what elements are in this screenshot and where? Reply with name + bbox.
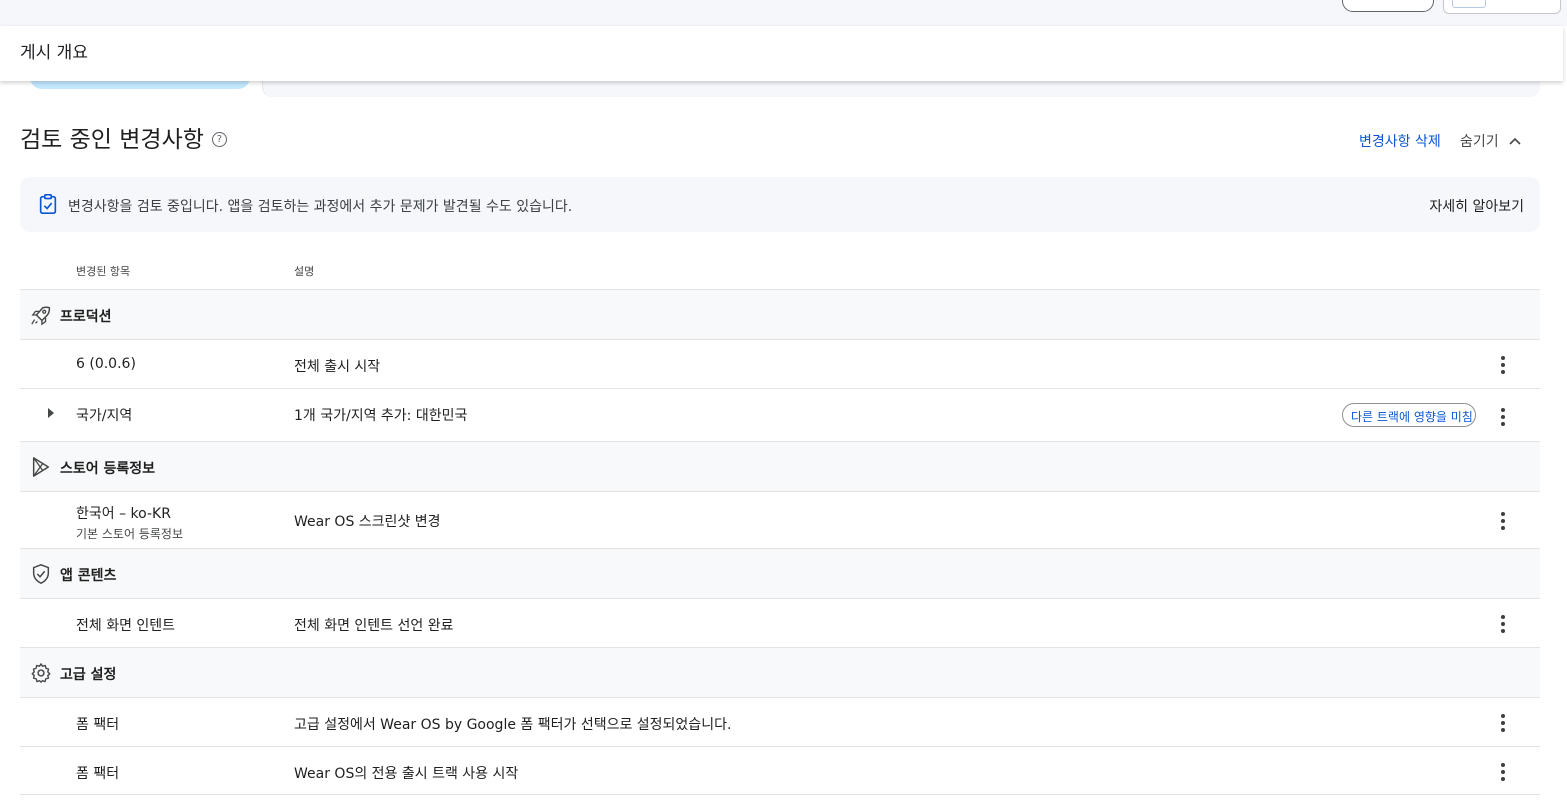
changed-item-name: 6 (0.0.6): [76, 356, 136, 372]
chevron-up-icon: [1509, 137, 1521, 145]
top-toolbar-remnant: [0, 0, 1567, 26]
change-description: 전체 출시 시작: [294, 359, 381, 375]
category-row-store-listing: 스토어 등록정보: [20, 441, 1540, 491]
category-row-app-content: 앱 콘텐츠: [20, 548, 1540, 598]
more-options-icon[interactable]: [1493, 613, 1513, 635]
change-description: Wear OS의 전용 출시 트랙 사용 시작: [294, 766, 519, 782]
more-options-icon[interactable]: [1493, 712, 1513, 734]
shield-check-icon: [32, 564, 50, 584]
change-description: Wear OS 스크린샷 변경: [294, 514, 441, 530]
page-title: 게시 개요: [20, 43, 88, 63]
clipboard-check-icon: [39, 194, 57, 214]
expand-arrow-icon[interactable]: [48, 408, 54, 418]
app-thumbnail-logo: [1452, 0, 1486, 8]
changed-item-name: 전체 화면 인텐트: [76, 618, 176, 634]
changed-item-name: 한국어 – ko-KR: [76, 506, 171, 522]
change-description: 고급 설정에서 Wear OS by Google 폼 팩터가 선택으로 설정되…: [294, 717, 732, 733]
more-options-icon[interactable]: [1493, 406, 1513, 428]
banner-message: 변경사항을 검토 중입니다. 앱을 검토하는 과정에서 추가 문제가 발견될 수…: [68, 199, 573, 215]
hide-label: 숨기기: [1460, 134, 1499, 150]
category-label: 프로덕션: [60, 309, 112, 325]
affects-other-tracks-chip[interactable]: 다른 트랙에 영향을 미침: [1342, 403, 1476, 427]
more-options-icon[interactable]: [1493, 761, 1513, 783]
table-row: 폼 팩터 고급 설정에서 Wear OS by Google 폼 팩터가 선택으…: [20, 697, 1540, 746]
app-thumbnail: [1443, 0, 1561, 14]
column-header-description: 설명: [294, 265, 315, 278]
review-info-banner: 변경사항을 검토 중입니다. 앱을 검토하는 과정에서 추가 문제가 발견될 수…: [20, 177, 1540, 232]
section-heading: 검토 중인 변경사항 ?: [20, 120, 227, 154]
column-header-changed-item: 변경된 항목: [76, 265, 131, 278]
more-options-icon[interactable]: [1493, 354, 1513, 376]
top-action-button[interactable]: [1342, 0, 1434, 12]
table-row: 국가/지역 1개 국가/지역 추가: 대한민국 다른 트랙에 영향을 미침: [20, 388, 1540, 441]
rocket-icon: [31, 306, 51, 326]
table-row: 한국어 – ko-KR 기본 스토어 등록정보 Wear OS 스크린샷 변경: [20, 491, 1540, 548]
sticky-header: 게시 개요: [0, 26, 1563, 81]
changed-item-name: 국가/지역: [76, 408, 133, 424]
learn-more-link[interactable]: 자세히 알아보기: [1429, 196, 1524, 216]
category-row-production: 프로덕션: [20, 289, 1540, 339]
changes-table: 프로덕션 6 (0.0.6) 전체 출시 시작 국가/지역 1개 국가/지역 추…: [20, 289, 1540, 795]
category-row-advanced-settings: 고급 설정: [20, 647, 1540, 697]
table-row: 폼 팩터 Wear OS의 전용 출시 트랙 사용 시작: [20, 746, 1540, 795]
more-options-icon[interactable]: [1493, 510, 1513, 532]
category-label: 앱 콘텐츠: [60, 568, 117, 584]
play-store-icon: [32, 457, 50, 477]
section-title-text: 검토 중인 변경사항: [20, 127, 204, 153]
table-row: 6 (0.0.6) 전체 출시 시작: [20, 339, 1540, 388]
hide-button[interactable]: 숨기기: [1460, 131, 1521, 151]
gear-icon: [31, 663, 51, 683]
category-label: 고급 설정: [60, 667, 117, 683]
change-description: 전체 화면 인텐트 선언 완료: [294, 618, 454, 634]
changed-item-subtitle: 기본 스토어 등록정보: [76, 527, 183, 541]
table-row: 전체 화면 인텐트 전체 화면 인텐트 선언 완료: [20, 598, 1540, 647]
category-label: 스토어 등록정보: [60, 461, 156, 477]
delete-changes-link[interactable]: 변경사항 삭제: [1359, 131, 1441, 151]
changed-item-name: 폼 팩터: [76, 717, 120, 733]
scrolled-card: [262, 81, 1540, 97]
changed-item-name: 폼 팩터: [76, 766, 120, 782]
help-icon[interactable]: ?: [211, 131, 227, 147]
change-description: 1개 국가/지역 추가: 대한민국: [294, 408, 468, 424]
